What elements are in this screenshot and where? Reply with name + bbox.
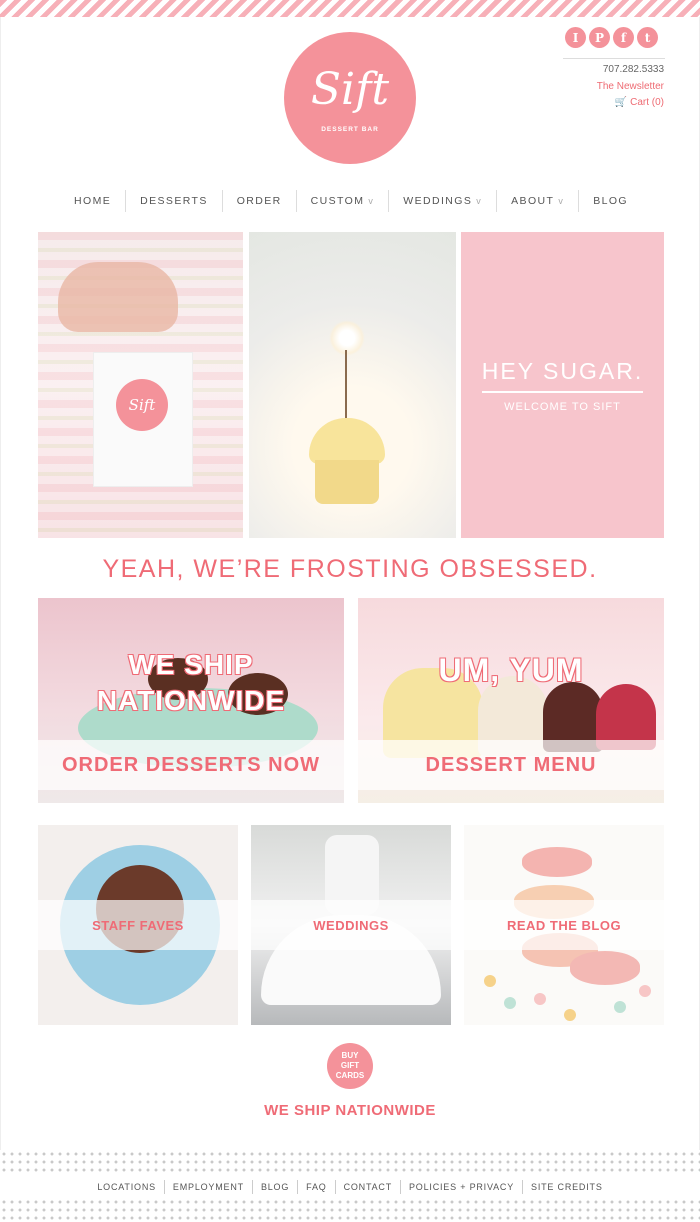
- nav-label: BLOG: [593, 195, 628, 207]
- menu-title: UM, YUM: [438, 652, 584, 688]
- read-the-blog-band: READ THE BLOG: [464, 900, 664, 950]
- hero-photo-cupcake-sparkler: [249, 232, 456, 538]
- top-stripe-border: [0, 0, 700, 17]
- gift-line-3: CARDS: [335, 1071, 365, 1080]
- nav-label: HOME: [74, 195, 112, 207]
- nav-label: DESSERTS: [140, 195, 208, 207]
- confetti: [614, 1001, 626, 1013]
- staff-faves-band: STAFF FAVES: [38, 900, 238, 950]
- tile-staff-faves[interactable]: STAFF FAVES: [38, 825, 238, 1025]
- frosting-headline: YEAH, WE’RE FROSTING OBSESSED.: [102, 555, 598, 583]
- order-desserts-band: ORDER DESSERTS NOW: [38, 740, 344, 790]
- staff-faves-label: STAFF FAVES: [92, 917, 184, 933]
- bag-logo: Sift: [116, 379, 168, 431]
- gift-line-1: BUY: [341, 1051, 359, 1060]
- phone-number: 707.282.5333: [602, 64, 664, 75]
- logo-tagline: DESSERT BAR: [321, 125, 379, 133]
- footer-nav: LOCATIONS EMPLOYMENT BLOG FAQ CONTACT PO…: [0, 1176, 700, 1198]
- tile-weddings[interactable]: WEDDINGS: [251, 825, 451, 1025]
- ship-title-line1: WE SHIP: [128, 649, 254, 680]
- nav-item-about[interactable]: ABOUT v: [497, 190, 580, 212]
- footer-link-policies[interactable]: POLICIES + PRIVACY: [401, 1180, 524, 1194]
- social-links: I P f t: [565, 27, 658, 48]
- chevron-down-icon: v: [476, 196, 483, 206]
- nav-item-desserts[interactable]: DESSERTS: [126, 190, 223, 212]
- nav-label: ORDER: [236, 195, 282, 207]
- footer-link-blog[interactable]: BLOG: [253, 1180, 299, 1194]
- cupcake-image: [307, 418, 387, 504]
- nav-item-order[interactable]: ORDER: [223, 190, 297, 212]
- hands-image: [58, 262, 178, 332]
- confetti: [484, 975, 496, 987]
- cart-link[interactable]: 🛒 Cart (0): [615, 97, 664, 108]
- footer-link-locations[interactable]: LOCATIONS: [89, 1180, 165, 1194]
- footer-link-employment[interactable]: EMPLOYMENT: [165, 1180, 253, 1194]
- nav-label: WEDDINGS: [403, 195, 473, 207]
- tile-ship-nationwide[interactable]: WE SHIP NATIONWIDE ORDER DESSERTS NOW: [38, 598, 344, 803]
- footer-link-contact[interactable]: CONTACT: [336, 1180, 401, 1194]
- confetti: [564, 1009, 576, 1021]
- ship-nationwide-heading: WE SHIP NATIONWIDE: [264, 1102, 436, 1119]
- weddings-band: WEDDINGS: [251, 900, 451, 950]
- instagram-icon[interactable]: I: [565, 27, 586, 48]
- nav-item-home[interactable]: HOME: [60, 190, 127, 212]
- nav-item-custom[interactable]: CUSTOM v: [297, 190, 390, 212]
- dessert-menu-band: DESSERT MENU: [358, 740, 664, 790]
- site-logo[interactable]: Sift DESSERT BAR: [284, 32, 416, 164]
- gift-line-2: GIFT: [340, 1061, 360, 1070]
- nav-label: ABOUT: [511, 195, 555, 207]
- nav-item-weddings[interactable]: WEDDINGS v: [389, 190, 498, 212]
- twitter-icon[interactable]: t: [637, 27, 658, 48]
- welcome-subtitle: WELCOME TO SIFT: [504, 400, 621, 413]
- nav-item-blog[interactable]: BLOG: [579, 190, 642, 212]
- confetti: [504, 997, 516, 1009]
- macaron-image: [522, 847, 592, 877]
- hero-photo-shopping-bag: Sift: [38, 232, 243, 538]
- pinterest-icon[interactable]: P: [589, 27, 610, 48]
- welcome-panel: HEY SUGAR. WELCOME TO SIFT: [461, 232, 664, 538]
- chevron-down-icon: v: [558, 196, 565, 206]
- header-divider: [563, 58, 665, 59]
- sparkler-image: [329, 320, 365, 356]
- buy-gift-cards-button[interactable]: BUY GIFT CARDS: [327, 1043, 373, 1089]
- confetti: [534, 993, 546, 1005]
- logo-wordmark: Sift: [310, 63, 390, 115]
- weddings-label: WEDDINGS: [313, 917, 389, 933]
- read-the-blog-label: READ THE BLOG: [506, 917, 622, 933]
- tile-read-the-blog[interactable]: READ THE BLOG: [464, 825, 664, 1025]
- nav-label: CUSTOM: [310, 195, 365, 207]
- footer-link-faq[interactable]: FAQ: [298, 1180, 336, 1194]
- order-desserts-link[interactable]: ORDER DESSERTS NOW: [62, 754, 320, 777]
- tile-dessert-menu[interactable]: UM, YUM DESSERT MENU: [358, 598, 664, 803]
- main-nav: HOME DESSERTS ORDER CUSTOM v WEDDINGS v AB…: [66, 190, 636, 212]
- chevron-down-icon: v: [368, 196, 375, 206]
- facebook-icon[interactable]: f: [613, 27, 634, 48]
- footer-link-site-credits[interactable]: SITE CREDITS: [523, 1180, 611, 1194]
- cart-label: Cart (0): [630, 97, 664, 108]
- dessert-menu-link[interactable]: DESSERT MENU: [426, 754, 597, 777]
- cart-icon: 🛒: [614, 97, 628, 108]
- shopping-bag-image: Sift: [93, 352, 193, 487]
- sparkler-stick: [345, 350, 347, 420]
- confetti: [639, 985, 651, 997]
- ship-title-line2: NATIONWIDE: [96, 685, 286, 716]
- macaron-image: [570, 951, 640, 985]
- newsletter-link[interactable]: The Newsletter: [597, 81, 664, 92]
- welcome-title: HEY SUGAR.: [481, 358, 644, 393]
